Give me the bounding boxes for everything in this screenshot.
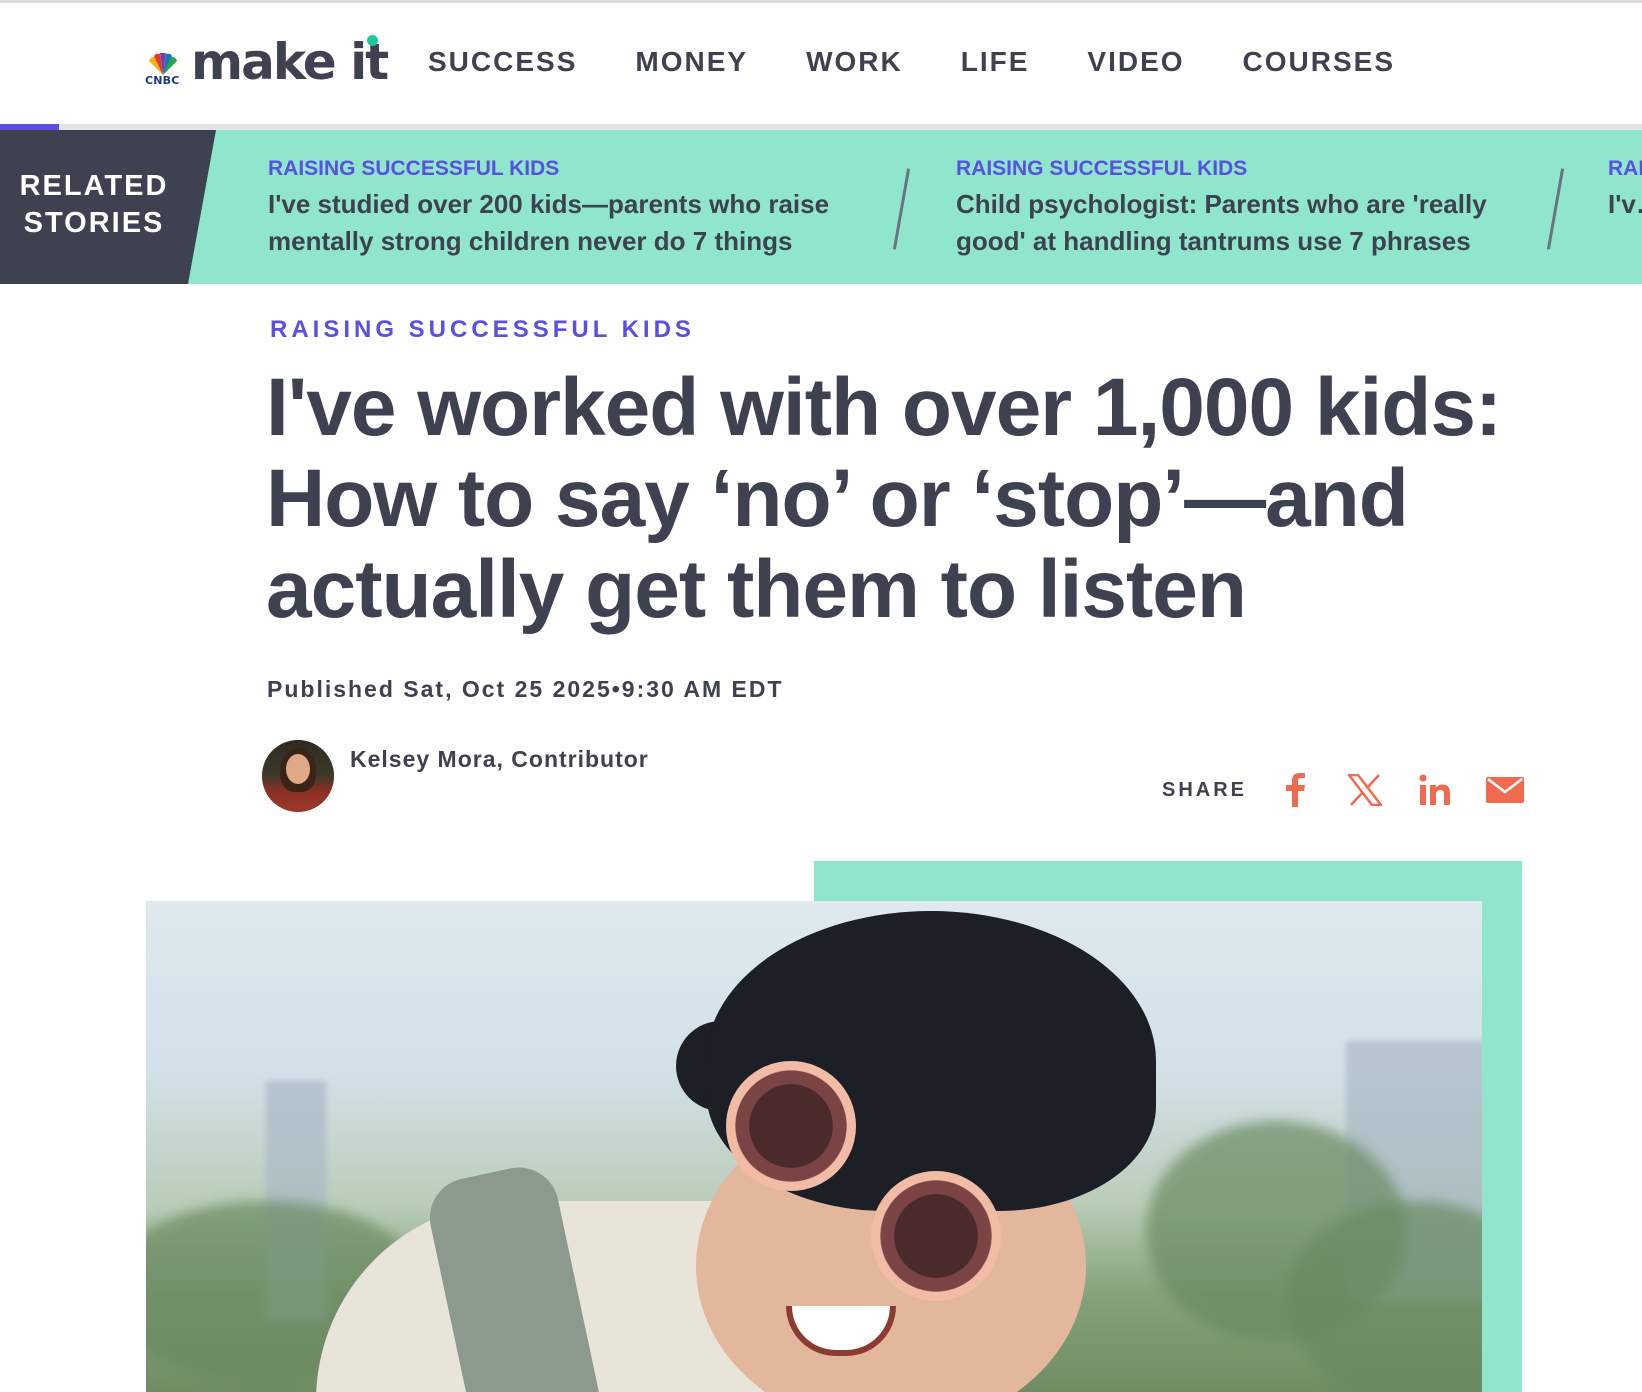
related-story-headline: I'v… th… <box>1608 189 1642 219</box>
nav-money[interactable]: MONEY <box>635 46 748 78</box>
related-story-headline: Child psychologist: Parents who are 'rea… <box>956 189 1487 256</box>
author-name[interactable]: Kelsey Mora, Contributor <box>350 746 649 773</box>
related-story-headline: I've studied over 200 kids—parents who r… <box>268 189 830 256</box>
nav-life[interactable]: LIFE <box>961 46 1030 78</box>
makeit-wordmark: make it <box>191 33 389 91</box>
nav-work[interactable]: WORK <box>806 46 903 78</box>
article-category[interactable]: RAISING SUCCESSFUL KIDS <box>270 316 695 344</box>
email-icon[interactable] <box>1483 770 1527 810</box>
nav-courses[interactable]: COURSES <box>1243 46 1395 78</box>
share-bar: SHARE <box>1162 770 1527 810</box>
avatar[interactable] <box>262 740 334 812</box>
story-divider <box>892 168 911 250</box>
x-icon[interactable] <box>1343 770 1387 810</box>
makeit-logo[interactable]: CNBC make it <box>145 27 389 91</box>
related-story-kicker: RAISING SUCCESSFUL KIDS <box>956 157 1248 180</box>
related-story-2[interactable]: RAISING SUCCESSFUL KIDS Child psychologi… <box>956 156 1556 260</box>
author-byline: Kelsey Mora, Contributor <box>262 740 649 812</box>
related-stories-label: RELATED STORIES <box>0 130 216 284</box>
related-stories-bar: RELATED STORIES RAISING SUCCESSFUL KIDS … <box>0 130 1642 284</box>
cnbc-wordmark: CNBC <box>145 74 180 87</box>
nav-video[interactable]: VIDEO <box>1087 46 1184 78</box>
site-header: CNBC make it SUCCESS MONEY WORK LIFE VID… <box>0 3 1642 127</box>
cnbc-peacock-icon: CNBC <box>145 39 185 87</box>
related-story-kicker: RAI <box>1608 157 1642 180</box>
main-nav: SUCCESS MONEY WORK LIFE VIDEO COURSES <box>428 46 1453 78</box>
related-story-1[interactable]: RAISING SUCCESSFUL KIDS I've studied ove… <box>268 156 868 260</box>
facebook-icon[interactable] <box>1273 770 1317 810</box>
related-story-kicker: RAISING SUCCESSFUL KIDS <box>268 157 560 180</box>
nav-success[interactable]: SUCCESS <box>428 46 577 78</box>
linkedin-icon[interactable] <box>1413 770 1457 810</box>
share-label: SHARE <box>1162 778 1248 801</box>
related-story-3[interactable]: RAI I'v… th… <box>1608 156 1642 223</box>
published-date: Published Sat, Oct 25 2025•9:30 AM EDT <box>267 676 784 702</box>
hero-image <box>146 901 1482 1392</box>
article-title: I've worked with over 1,000 kids: How to… <box>266 362 1502 635</box>
